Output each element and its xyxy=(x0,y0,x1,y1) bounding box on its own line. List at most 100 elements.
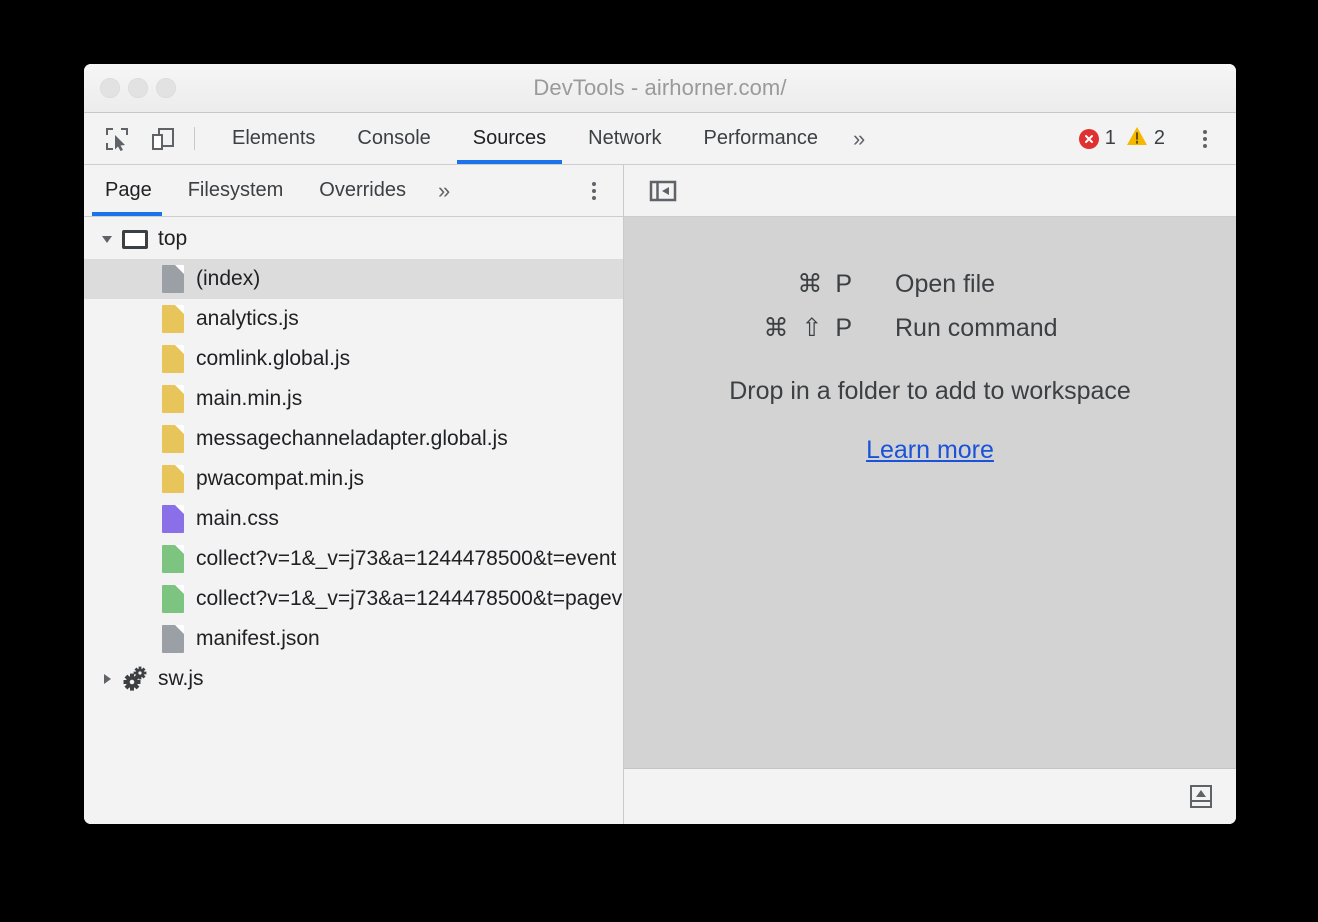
file-document-icon xyxy=(156,345,190,373)
error-icon xyxy=(1079,129,1099,149)
file-document-glyph xyxy=(162,385,184,413)
tab-console-label: Console xyxy=(357,127,430,150)
frame-rect-glyph xyxy=(122,230,148,249)
tree-row[interactable]: comlink.global.js xyxy=(84,339,623,379)
tree-row-label: top xyxy=(158,227,187,251)
shortcut-open-file: ⌘ P Open file xyxy=(665,269,1195,299)
more-panels-button[interactable]: » xyxy=(839,113,879,164)
devtools-window: DevTools - airhorner.com/ Elements Conso… xyxy=(84,64,1236,824)
editor-pane: ⌘ P Open file ⌘ ⇧ P Run command Drop in … xyxy=(624,165,1236,824)
devtools-menu-button[interactable] xyxy=(1188,113,1222,164)
service-worker-gears-icon xyxy=(118,665,152,693)
tree-row[interactable]: collect?v=1&_v=j73&a=1244478500&t=event xyxy=(84,539,623,579)
tab-sources[interactable]: Sources xyxy=(452,113,567,164)
file-document-icon xyxy=(156,465,190,493)
tree-row[interactable]: main.min.js xyxy=(84,379,623,419)
shortcut-open-file-action: Open file xyxy=(895,270,1195,299)
chevron-right-icon[interactable] xyxy=(96,672,118,686)
kebab-dot xyxy=(1203,144,1207,148)
learn-more-link[interactable]: Learn more xyxy=(866,436,994,465)
tree-row-label: manifest.json xyxy=(196,627,320,651)
tree-row-label: pwacompat.min.js xyxy=(196,467,364,491)
file-document-glyph xyxy=(162,625,184,653)
file-document-glyph xyxy=(162,265,184,293)
kebab-dot xyxy=(1203,130,1207,134)
maximize-button[interactable] xyxy=(156,78,176,98)
file-document-glyph xyxy=(162,345,184,373)
warning-counter[interactable]: 2 xyxy=(1126,126,1165,152)
file-document-icon xyxy=(156,625,190,653)
tab-network-label: Network xyxy=(588,127,661,150)
nav-tab-overrides-label: Overrides xyxy=(319,179,406,202)
file-document-icon xyxy=(156,305,190,333)
window-titlebar: DevTools - airhorner.com/ xyxy=(84,64,1236,113)
tree-row-label: (index) xyxy=(196,267,260,291)
tree-row-label: main.min.js xyxy=(196,387,302,411)
file-document-glyph xyxy=(162,425,184,453)
show-console-drawer-button[interactable] xyxy=(1182,778,1220,816)
tab-performance[interactable]: Performance xyxy=(683,113,840,164)
window-title: DevTools - airhorner.com/ xyxy=(84,75,1236,101)
show-navigator-icon xyxy=(649,179,677,203)
shortcut-open-file-keys: ⌘ P xyxy=(665,269,895,299)
nav-tab-filesystem-label: Filesystem xyxy=(188,179,284,202)
sources-split-view: Page Filesystem Overrides » top (index) an… xyxy=(84,165,1236,824)
tree-row[interactable]: sw.js xyxy=(84,659,623,699)
tab-sources-label: Sources xyxy=(473,127,546,150)
tree-row[interactable]: (index) xyxy=(84,259,623,299)
chevron-down-icon[interactable] xyxy=(96,232,118,246)
nav-tab-filesystem[interactable]: Filesystem xyxy=(170,165,302,216)
inspect-element-button[interactable] xyxy=(94,113,140,164)
workspace-drop-hint: Drop in a folder to add to workspace xyxy=(729,377,1131,406)
tree-row[interactable]: top xyxy=(84,219,623,259)
navigator-pane: Page Filesystem Overrides » top (index) an… xyxy=(84,165,624,824)
window-controls xyxy=(100,64,176,112)
nav-tab-overrides[interactable]: Overrides xyxy=(301,165,424,216)
nav-tab-page[interactable]: Page xyxy=(84,165,170,216)
editor-status-bar xyxy=(624,768,1236,824)
tree-row[interactable]: messagechanneladapter.global.js xyxy=(84,419,623,459)
file-document-glyph xyxy=(162,465,184,493)
tab-elements[interactable]: Elements xyxy=(211,113,336,164)
tree-row-label: collect?v=1&_v=j73&a=1244478500&t=pagevi… xyxy=(196,587,623,611)
kebab-dot xyxy=(592,196,596,200)
navigator-menu-button[interactable] xyxy=(577,165,611,216)
tab-console[interactable]: Console xyxy=(336,113,451,164)
warning-count: 2 xyxy=(1154,127,1165,150)
error-counter[interactable]: 1 xyxy=(1079,127,1116,150)
tree-row[interactable]: main.css xyxy=(84,499,623,539)
minimize-button[interactable] xyxy=(128,78,148,98)
file-document-icon xyxy=(156,425,190,453)
tree-row[interactable]: pwacompat.min.js xyxy=(84,459,623,499)
editor-toolbar xyxy=(624,165,1236,217)
kebab-dot xyxy=(592,189,596,193)
tab-network[interactable]: Network xyxy=(567,113,682,164)
console-drawer-icon xyxy=(1188,784,1214,810)
tree-row-label: messagechanneladapter.global.js xyxy=(196,427,508,451)
file-document-icon xyxy=(156,385,190,413)
kebab-dot xyxy=(1203,137,1207,141)
warning-triangle-glyph xyxy=(1126,126,1148,146)
close-x-glyph xyxy=(1083,133,1095,145)
file-document-glyph xyxy=(162,585,184,613)
tree-row-label: comlink.global.js xyxy=(196,347,350,371)
device-toolbar-button[interactable] xyxy=(140,113,186,164)
tree-row[interactable]: manifest.json xyxy=(84,619,623,659)
tree-row[interactable]: analytics.js xyxy=(84,299,623,339)
chevron-double-right-icon: » xyxy=(853,126,865,152)
shortcut-run-command-keys: ⌘ ⇧ P xyxy=(665,313,895,343)
devtools-main-toolbar: Elements Console Sources Network Perform… xyxy=(84,113,1236,165)
toolbar-right-group: 1 2 xyxy=(1079,113,1236,164)
navigator-tab-list: Page Filesystem Overrides » xyxy=(84,165,623,217)
file-document-glyph xyxy=(162,505,184,533)
tree-row-label: analytics.js xyxy=(196,307,299,331)
editor-placeholder: ⌘ P Open file ⌘ ⇧ P Run command Drop in … xyxy=(624,217,1236,768)
tree-row-label: main.css xyxy=(196,507,279,531)
show-navigator-button[interactable] xyxy=(644,172,682,210)
tab-performance-label: Performance xyxy=(704,127,819,150)
shortcut-run-command-action: Run command xyxy=(895,314,1195,343)
more-navigator-tabs-button[interactable]: » xyxy=(424,165,464,216)
tree-row[interactable]: collect?v=1&_v=j73&a=1244478500&t=pagevi… xyxy=(84,579,623,619)
close-button[interactable] xyxy=(100,78,120,98)
toolbar-divider xyxy=(194,127,195,150)
